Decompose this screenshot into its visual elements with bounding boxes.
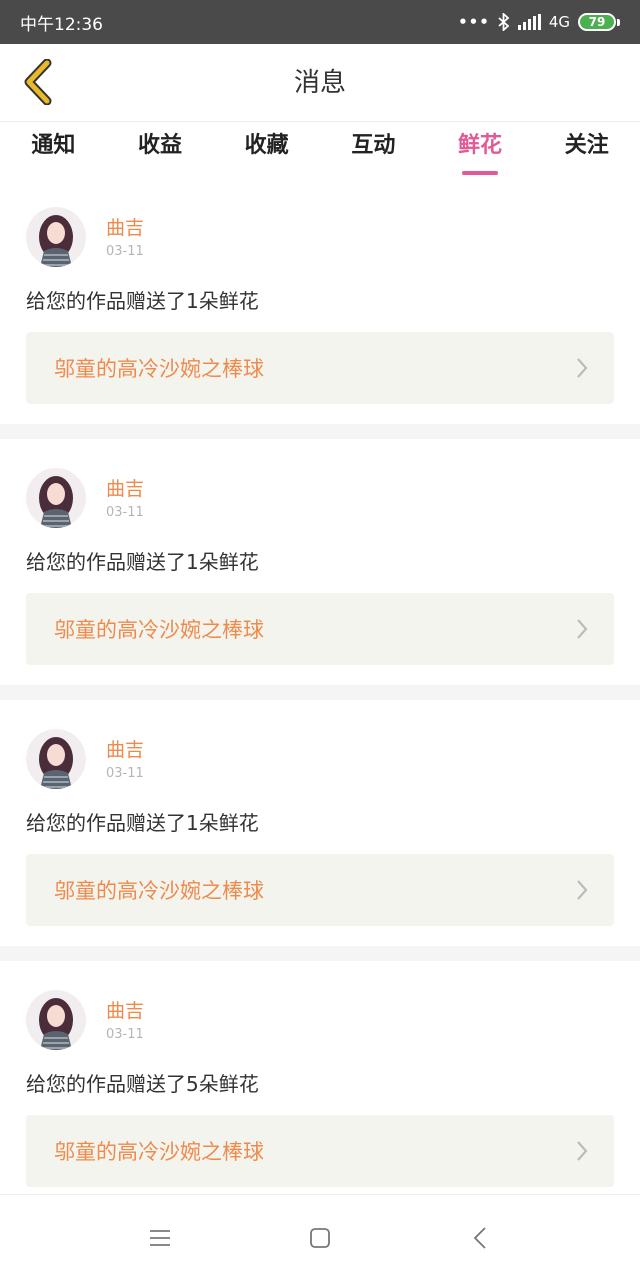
date: 03-11: [106, 1026, 144, 1042]
system-nav-bar: [0, 1194, 640, 1280]
system-back-button[interactable]: [450, 1208, 510, 1268]
notification-card: 曲吉 03-11 给您的作品赠送了5朵鲜花 邬童的高冷沙婉之棒球: [0, 961, 640, 1194]
message-text: 给您的作品赠送了1朵鲜花: [26, 550, 259, 574]
date: 03-11: [106, 243, 144, 259]
home-square-icon: [310, 1227, 330, 1248]
chevron-left-icon: [24, 59, 52, 105]
tab-flowers[interactable]: 鲜花: [427, 122, 534, 178]
message-text: 给您的作品赠送了5朵鲜花: [26, 1072, 259, 1096]
tab-earnings[interactable]: 收益: [107, 122, 214, 178]
back-button[interactable]: [14, 58, 62, 106]
header: 消息: [0, 44, 640, 122]
tab-bar: 通知 收益 收藏 互动 鲜花 关注: [0, 122, 640, 178]
message-text: 给您的作品赠送了1朵鲜花: [26, 811, 259, 835]
date: 03-11: [106, 504, 144, 520]
more-dots: •••: [458, 13, 490, 31]
tab-interactions[interactable]: 互动: [320, 122, 427, 178]
username[interactable]: 曲吉: [106, 738, 144, 762]
chevron-right-icon: [576, 357, 588, 379]
tab-favorites[interactable]: 收藏: [213, 122, 320, 178]
work-link[interactable]: 邬童的高冷沙婉之棒球: [26, 854, 614, 926]
chevron-right-icon: [576, 879, 588, 901]
date: 03-11: [106, 765, 144, 781]
avatar[interactable]: [26, 729, 86, 789]
username[interactable]: 曲吉: [106, 216, 144, 240]
username[interactable]: 曲吉: [106, 477, 144, 501]
notification-list: 曲吉 03-11 给您的作品赠送了1朵鲜花 邬童的高冷沙婉之棒球 曲吉 03-1…: [0, 178, 640, 1194]
page-title: 消息: [293, 68, 346, 98]
tab-notifications[interactable]: 通知: [0, 122, 107, 178]
message-text: 给您的作品赠送了1朵鲜花: [26, 289, 259, 313]
work-title: 邬童的高冷沙婉之棒球: [54, 357, 264, 381]
battery-icon: 79: [578, 13, 620, 31]
chevron-right-icon: [576, 618, 588, 640]
username[interactable]: 曲吉: [106, 999, 144, 1023]
back-triangle-icon: [473, 1226, 486, 1249]
status-time: 中午12:36: [20, 14, 103, 35]
menu-button[interactable]: [130, 1208, 190, 1268]
avatar[interactable]: [26, 468, 86, 528]
work-title: 邬童的高冷沙婉之棒球: [54, 618, 264, 642]
home-button[interactable]: [290, 1208, 350, 1268]
work-link[interactable]: 邬童的高冷沙婉之棒球: [26, 593, 614, 665]
avatar[interactable]: [26, 990, 86, 1050]
avatar[interactable]: [26, 207, 86, 267]
notification-card: 曲吉 03-11 给您的作品赠送了1朵鲜花 邬童的高冷沙婉之棒球: [0, 178, 640, 424]
battery-level: 79: [578, 13, 616, 31]
signal-icon: [517, 14, 541, 30]
notification-card: 曲吉 03-11 给您的作品赠送了1朵鲜花 邬童的高冷沙婉之棒球: [0, 439, 640, 685]
work-title: 邬童的高冷沙婉之棒球: [54, 879, 264, 903]
bluetooth-icon: [498, 13, 510, 31]
status-icons: ••• 4G 79: [458, 13, 620, 31]
work-title: 邬童的高冷沙婉之棒球: [54, 1140, 264, 1164]
status-bar: 中午12:36 ••• 4G 79: [0, 0, 640, 44]
chevron-right-icon: [576, 1140, 588, 1162]
work-link[interactable]: 邬童的高冷沙婉之棒球: [26, 332, 614, 404]
network-label: 4G: [548, 13, 570, 31]
work-link[interactable]: 邬童的高冷沙婉之棒球: [26, 1115, 614, 1187]
notification-card: 曲吉 03-11 给您的作品赠送了1朵鲜花 邬童的高冷沙婉之棒球: [0, 700, 640, 946]
tab-following[interactable]: 关注: [533, 122, 640, 178]
menu-icon: [150, 1229, 170, 1246]
